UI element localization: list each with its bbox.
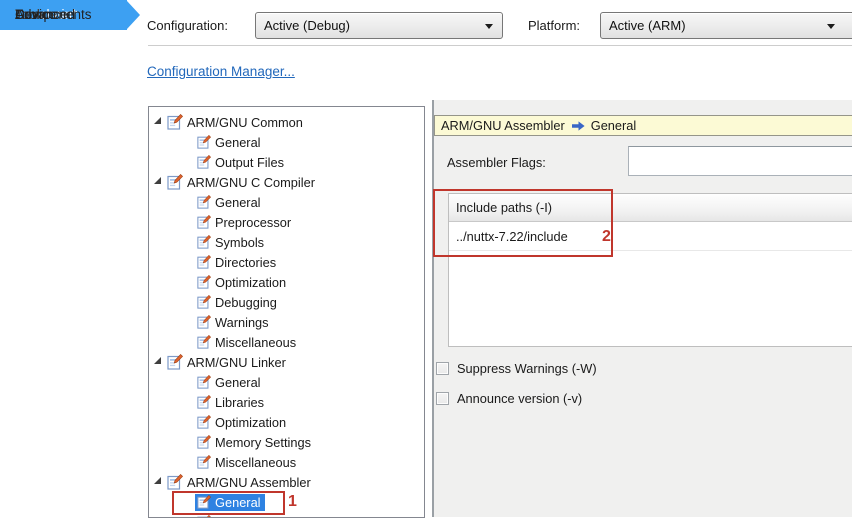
properties-page-icon [197, 335, 211, 349]
announce-version-row: Announce version (-v) [436, 388, 582, 408]
tree-item[interactable]: Libraries [149, 392, 424, 412]
platform-select[interactable]: Active (ARM) [600, 12, 852, 39]
tree-item-label: Optimization [215, 275, 286, 290]
properties-page-icon [167, 474, 183, 490]
tree-item[interactable]: Preprocessor [149, 212, 424, 232]
tree-expand-icon[interactable] [154, 477, 161, 484]
tree-item-label: General [215, 135, 261, 150]
breadcrumb-parent: ARM/GNU Assembler [441, 118, 565, 133]
include-path-row[interactable]: ../nuttx-7.22/include [449, 222, 852, 251]
tree-item-label: ARM/GNU C Compiler [187, 175, 315, 190]
sidebar-item-label: Advanced [15, 7, 75, 22]
tree-item-label: Symbols [215, 235, 264, 250]
tree-item-label: Debugging [215, 295, 277, 310]
announce-version-label: Announce version (-v) [457, 391, 582, 406]
properties-page-icon [197, 375, 211, 389]
tree-item[interactable]: ARM/GNU Assembler [149, 472, 424, 492]
tree-item-label: Output Files [215, 155, 284, 170]
suppress-warnings-row: Suppress Warnings (-W) [436, 358, 597, 378]
properties-page-icon [197, 315, 211, 329]
properties-page-icon [197, 435, 211, 449]
include-paths-body: ../nuttx-7.22/include [449, 222, 852, 251]
dropdown-arrow-icon [485, 24, 493, 29]
configuration-select[interactable]: Active (Debug) [255, 12, 503, 39]
properties-page-icon [197, 395, 211, 409]
tree-item-label: Miscellaneous [215, 455, 296, 470]
tree-item[interactable]: Optimization [149, 272, 424, 292]
tree-item[interactable]: Memory Settings [149, 432, 424, 452]
tree-item[interactable]: Warnings [149, 312, 424, 332]
tree-item-label: General [215, 195, 261, 210]
tree-item-label: Memory Settings [215, 435, 311, 450]
include-paths-table: Include paths (-I) ../nuttx-7.22/include [448, 193, 852, 347]
tree-item[interactable]: ARM/GNU Common [149, 112, 424, 132]
tree-item[interactable]: Debugging [149, 512, 424, 518]
tree-item-label: ARM/GNU Linker [187, 355, 286, 370]
tree-item[interactable]: Output Files [149, 152, 424, 172]
breadcrumb-child: General [591, 118, 637, 133]
tree-item-label: Warnings [215, 315, 269, 330]
tree-item[interactable]: General [149, 372, 424, 392]
tree-item-label: Optimization [215, 415, 286, 430]
tree-expand-icon[interactable] [154, 357, 161, 364]
tree-item[interactable]: General [149, 492, 424, 512]
annotation-label-2: 2 [602, 228, 611, 246]
tree-item[interactable]: General [149, 192, 424, 212]
properties-page-icon [197, 275, 211, 289]
properties-page-icon [197, 295, 211, 309]
properties-page-icon [197, 215, 211, 229]
tree-item[interactable]: Miscellaneous [149, 332, 424, 352]
properties-page-icon [197, 255, 211, 269]
tree-item-label: Libraries [215, 395, 264, 410]
tree-item-label: Directories [215, 255, 276, 270]
tree-item[interactable]: ARM/GNU Linker [149, 352, 424, 372]
properties-page-icon [197, 155, 211, 169]
platform-label: Platform: [528, 12, 580, 39]
tree-item-label: General [215, 495, 261, 510]
configuration-value: Active (Debug) [256, 13, 502, 38]
suppress-warnings-checkbox[interactable] [436, 362, 449, 375]
tree-item-label: Debugging [215, 515, 277, 518]
toolchain-options-tree: ARM/GNU Common General [148, 106, 425, 518]
breadcrumb-arrow-icon [572, 121, 585, 131]
tree-item-label: ARM/GNU Common [187, 115, 303, 130]
tree-item[interactable]: Optimization [149, 412, 424, 432]
platform-value: Active (ARM) [601, 13, 852, 38]
assembler-flags-label: Assembler Flags: [447, 155, 546, 170]
tree-item[interactable]: ARM/GNU C Compiler [149, 172, 424, 192]
tree-expand-icon[interactable] [154, 117, 161, 124]
tree-item-label: ARM/GNU Assembler [187, 475, 311, 490]
dropdown-arrow-icon [827, 24, 835, 29]
properties-page-icon [197, 455, 211, 469]
announce-version-checkbox[interactable] [436, 392, 449, 405]
assembler-flags-input[interactable] [628, 146, 852, 176]
tree-item-label: General [215, 375, 261, 390]
properties-sidebar: Build Build Events Toolchain* Device Too… [0, 0, 148, 517]
properties-page-icon [197, 195, 211, 209]
panel-divider [432, 100, 434, 517]
properties-page-icon [197, 415, 211, 429]
suppress-warnings-label: Suppress Warnings (-W) [457, 361, 597, 376]
properties-page-icon [197, 135, 211, 149]
properties-page-icon [167, 354, 183, 370]
toolbar-separator [148, 45, 852, 46]
tree-expand-icon[interactable] [154, 177, 161, 184]
sidebar-item[interactable]: Advanced [0, 0, 127, 30]
properties-page-icon [197, 495, 211, 509]
configuration-manager-link[interactable]: Configuration Manager... [147, 64, 295, 79]
tree-item-label: Miscellaneous [215, 335, 296, 350]
tree-item[interactable]: Directories [149, 252, 424, 272]
tree-item-label: Preprocessor [215, 215, 291, 230]
tree-item[interactable]: Debugging [149, 292, 424, 312]
tree-item[interactable]: General [149, 132, 424, 152]
breadcrumb: ARM/GNU Assembler General [434, 115, 852, 136]
configuration-label: Configuration: [147, 12, 228, 39]
properties-page-icon [167, 114, 183, 130]
tree-item[interactable]: Miscellaneous [149, 452, 424, 472]
tree-item[interactable]: Symbols [149, 232, 424, 252]
properties-page-icon [197, 235, 211, 249]
include-paths-header[interactable]: Include paths (-I) [449, 194, 852, 222]
annotation-label-1: 1 [288, 493, 297, 511]
properties-page-icon [167, 174, 183, 190]
